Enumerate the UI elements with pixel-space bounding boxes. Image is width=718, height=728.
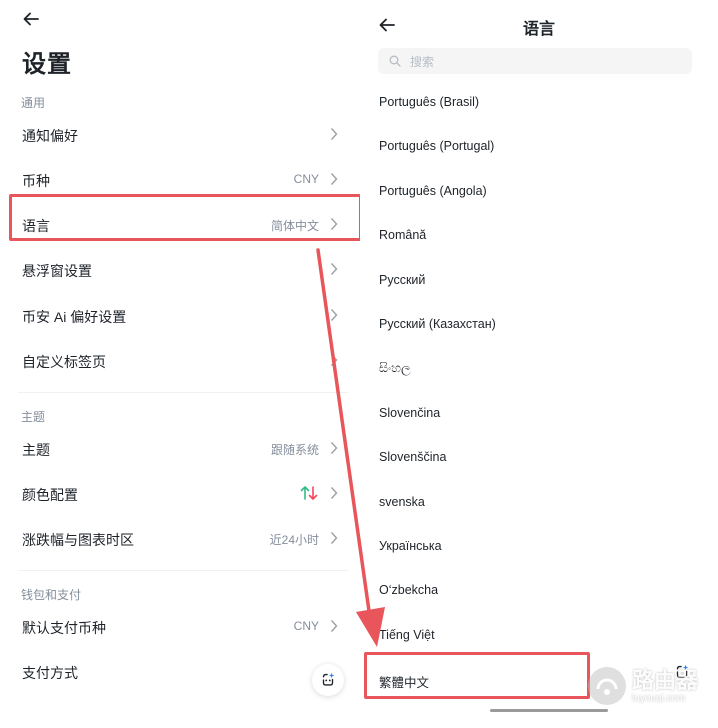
- language-option[interactable]: Română: [379, 228, 426, 242]
- language-option[interactable]: Русский (Казахстан): [379, 317, 496, 331]
- chevron-right-icon: [330, 173, 338, 185]
- row-label: 默认支付币种: [22, 620, 106, 636]
- back-button[interactable]: [19, 8, 43, 30]
- chevron-right-icon: [330, 128, 338, 140]
- chevron-right-icon: [330, 354, 338, 366]
- row-label: 主题: [22, 442, 50, 458]
- row-label: 颜色配置: [22, 487, 78, 503]
- language-option[interactable]: O‘zbekcha: [379, 583, 438, 597]
- language-option[interactable]: Tiếng Việt: [379, 628, 435, 642]
- row-custom-tabs[interactable]: 自定义标签页: [0, 340, 352, 380]
- chevron-right-icon: [330, 263, 338, 275]
- row-change-timezone[interactable]: 涨跌幅与图表时区 近24小时: [0, 518, 352, 558]
- chevron-right-icon: [330, 620, 338, 632]
- language-option[interactable]: Português (Portugal): [379, 139, 494, 153]
- language-option[interactable]: Українська: [379, 539, 442, 553]
- row-value: 近24小时: [269, 533, 319, 547]
- ai-sparkle-icon: [322, 672, 335, 686]
- row-label: 通知偏好: [22, 128, 78, 144]
- row-currency[interactable]: 币种 CNY: [0, 159, 352, 199]
- chevron-right-icon: [330, 487, 338, 499]
- section-title-general: 通用: [21, 96, 46, 110]
- section-title-theme: 主题: [21, 410, 46, 424]
- chevron-right-icon: [330, 218, 338, 230]
- row-value: CNY: [293, 619, 319, 633]
- chevron-right-icon: [330, 309, 338, 321]
- language-option[interactable]: Português (Angola): [379, 184, 487, 198]
- language-option[interactable]: Slovenščina: [379, 450, 446, 464]
- settings-panel: 设置 通用 通知偏好 币种 CNY 语言 简体中文 悬浮窗设置 币安 Ai 偏好…: [0, 0, 360, 728]
- router-logo-icon: [588, 667, 626, 705]
- row-label: 支付方式: [22, 665, 78, 681]
- section-divider: [18, 392, 348, 393]
- section-divider: [18, 570, 348, 571]
- up-down-arrows-icon: [300, 486, 318, 500]
- row-payment-methods[interactable]: 支付方式: [0, 651, 352, 691]
- row-label: 语言: [22, 218, 50, 234]
- chevron-right-icon: [330, 532, 338, 544]
- chevron-right-icon: [330, 442, 338, 454]
- watermark-text: 路由器: [632, 667, 699, 693]
- language-panel: 语言 Português (Brasil) Português (Portuga…: [360, 0, 718, 728]
- ai-assistant-button[interactable]: [312, 664, 344, 696]
- arrow-left-icon: [23, 12, 39, 26]
- watermark-subtext: luyouqi.com: [632, 692, 686, 704]
- page-title: 语言: [522, 21, 555, 38]
- language-option-selected[interactable]: 繁體中文: [379, 672, 429, 691]
- row-value: CNY: [293, 172, 319, 186]
- language-option[interactable]: Русский: [379, 273, 425, 287]
- row-floating-window[interactable]: 悬浮窗设置: [0, 249, 352, 289]
- search-box[interactable]: [378, 48, 692, 74]
- row-label: 币种: [22, 173, 50, 189]
- row-color-config[interactable]: 颜色配置: [0, 473, 352, 513]
- language-option[interactable]: svenska: [379, 495, 425, 509]
- row-theme[interactable]: 主题 跟随系统: [0, 428, 352, 468]
- row-notification-preferences[interactable]: 通知偏好: [0, 114, 352, 154]
- section-title-wallet: 钱包和支付: [21, 588, 82, 602]
- row-label: 涨跌幅与图表时区: [22, 532, 134, 548]
- row-value: 简体中文: [270, 219, 319, 233]
- row-value: 跟随系统: [270, 443, 319, 457]
- watermark-logo: 路由器 luyouqi.com: [588, 661, 713, 711]
- page-title: 设置: [22, 51, 72, 78]
- row-label: 悬浮窗设置: [22, 263, 92, 279]
- search-icon: [389, 55, 401, 67]
- search-input[interactable]: [408, 52, 682, 72]
- language-option[interactable]: Português (Brasil): [379, 95, 479, 109]
- row-binance-ai-preferences[interactable]: 币安 Ai 偏好设置: [0, 295, 352, 335]
- row-language[interactable]: 语言 简体中文: [0, 204, 352, 244]
- row-label: 自定义标签页: [22, 354, 106, 370]
- row-default-payment-currency[interactable]: 默认支付币种 CNY: [0, 606, 352, 646]
- language-option[interactable]: සිංහල: [379, 361, 411, 376]
- row-label: 币安 Ai 偏好设置: [22, 309, 127, 325]
- language-option[interactable]: Slovenčina: [379, 406, 440, 420]
